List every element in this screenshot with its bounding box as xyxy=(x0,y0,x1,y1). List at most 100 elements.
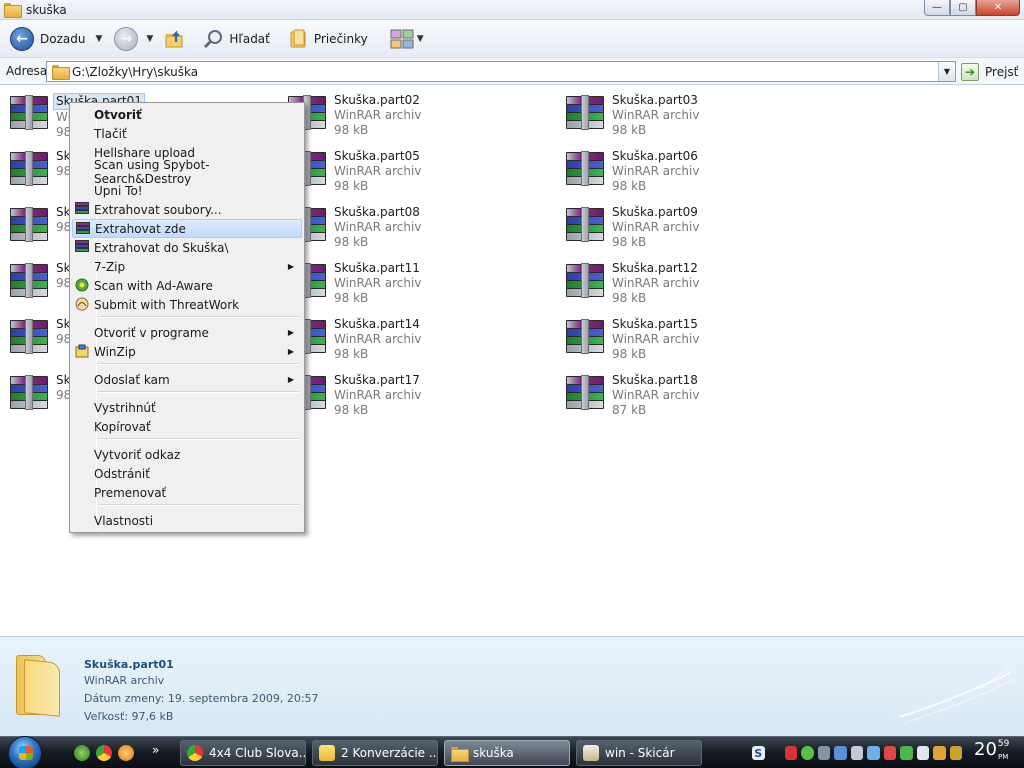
file-name: Skuška.part02 xyxy=(334,93,420,107)
tray-gear-icon[interactable] xyxy=(817,746,831,760)
folder-icon xyxy=(52,65,70,80)
tray-monitor-icon[interactable] xyxy=(867,746,880,760)
tray-flag-icon[interactable] xyxy=(784,746,798,760)
file-item[interactable]: Skuška.part15 WinRAR archiv 98 kB xyxy=(556,314,816,362)
file-item[interactable]: Skuška.part14 WinRAR archiv 98 kB xyxy=(278,314,538,362)
menu-item-threatwork-submit[interactable]: Submit with ThreatWork xyxy=(72,295,302,314)
tray-s-icon[interactable]: S xyxy=(752,746,765,760)
menu-item-print[interactable]: Tlačiť xyxy=(72,124,302,143)
search-label: Hľadať xyxy=(229,31,270,46)
menu-item-label: Extrahovat soubory... xyxy=(94,202,222,217)
menu-item-rename[interactable]: Premenovať xyxy=(72,483,302,502)
firefox-icon[interactable] xyxy=(118,745,134,761)
winrar-archive-icon xyxy=(564,151,606,186)
go-arrow-icon: ➔ xyxy=(961,62,979,81)
menu-item-label: Vystrihnúť xyxy=(94,400,156,415)
address-dropdown-button[interactable]: ▼ xyxy=(938,62,955,81)
back-label: Dozadu xyxy=(40,31,86,46)
menu-item-7zip[interactable]: 7-Zip ▶ xyxy=(72,257,302,276)
menu-item-label: WinZip xyxy=(94,344,136,359)
file-size: 98 kB xyxy=(612,347,647,361)
task-button-chat[interactable]: 2 Konverzácie ... xyxy=(312,740,438,766)
file-item[interactable]: Skuška.part11 WinRAR archiv 98 kB xyxy=(278,258,538,306)
file-name: Skuška.part18 xyxy=(612,373,698,387)
menu-item-delete[interactable]: Odstrániť xyxy=(72,464,302,483)
menu-item-upni-to[interactable]: Upni To! xyxy=(72,181,302,200)
menu-item-send-to[interactable]: Odoslať kam ▶ xyxy=(72,370,302,389)
toolbar: ← Dozadu ▼ → ▼ Hľadať Priečinky ▼ xyxy=(0,20,1024,58)
menu-item-label: Tlačiť xyxy=(94,126,127,141)
file-item[interactable]: Skuška.part09 WinRAR archiv 98 kB xyxy=(556,202,816,250)
tray-speaker-icon[interactable] xyxy=(949,746,963,760)
forward-dropdown-icon[interactable]: ▼ xyxy=(146,34,153,44)
back-dropdown-icon[interactable]: ▼ xyxy=(95,34,102,44)
winrar-icon xyxy=(75,240,90,254)
task-button-chrome[interactable]: 4x4 Club Slova... xyxy=(180,740,306,766)
menu-item-spybot-scan[interactable]: Scan using Spybot-Search&Destroy xyxy=(72,158,302,186)
folders-label: Priečinky xyxy=(313,31,368,46)
file-name: Skuška.part14 xyxy=(334,317,420,331)
search-button[interactable]: Hľadať xyxy=(199,24,274,54)
menu-item-copy[interactable]: Kopírovať xyxy=(72,417,302,436)
file-name: Skuška.part12 xyxy=(612,261,698,275)
chrome-icon[interactable] xyxy=(96,745,112,761)
file-name: Skuška.part05 xyxy=(334,149,420,163)
tray-device-icon[interactable] xyxy=(850,746,864,760)
address-input[interactable]: G:\Zložky\Hry\skuška ▼ xyxy=(46,61,956,82)
menu-item-label: Upni To! xyxy=(94,183,143,198)
file-item[interactable]: Skuška.part03 WinRAR archiv 98 kB xyxy=(556,90,816,138)
folders-button[interactable]: Priečinky xyxy=(284,24,372,54)
start-button[interactable] xyxy=(2,736,48,768)
menu-item-open[interactable]: Otvoriť xyxy=(72,105,302,124)
menu-item-label: Otvoriť xyxy=(94,107,142,122)
file-item[interactable]: Skuška.part02 WinRAR archiv 98 kB xyxy=(278,90,538,138)
menu-item-adaware-scan[interactable]: Scan with Ad-Aware xyxy=(72,276,302,295)
file-item[interactable]: Skuška.part12 WinRAR archiv 98 kB xyxy=(556,258,816,306)
menu-item-extract-files[interactable]: Extrahovat soubory... xyxy=(72,200,302,219)
task-label: 4x4 Club Slova... xyxy=(209,746,306,760)
tray-shield-icon[interactable] xyxy=(883,746,897,760)
maximize-button[interactable]: ▢ xyxy=(950,0,976,16)
close-button[interactable]: ✕ xyxy=(976,0,1020,16)
go-button[interactable]: ➔ Prejsť xyxy=(961,61,1018,82)
menu-item-create-shortcut[interactable]: Vytvoriť odkaz xyxy=(72,445,302,464)
tray-refresh-icon[interactable] xyxy=(900,746,913,760)
clock[interactable]: 20 59 PM xyxy=(974,739,1010,761)
minimize-button[interactable]: — xyxy=(924,0,950,16)
window-title: skuška xyxy=(26,2,67,17)
winrar-archive-icon xyxy=(564,263,606,298)
views-button[interactable]: ▼ xyxy=(386,24,428,54)
details-type: WinRAR archiv xyxy=(84,674,165,687)
tray-flower-icon[interactable] xyxy=(801,746,814,760)
menu-separator xyxy=(98,316,300,318)
file-size: 87 kB xyxy=(612,403,647,417)
up-folder-button[interactable] xyxy=(159,24,189,54)
menu-item-label: Vytvoriť odkaz xyxy=(94,447,181,462)
file-item[interactable]: Skuška.part17 WinRAR archiv 98 kB xyxy=(278,370,538,418)
menu-item-winzip[interactable]: WinZip ▶ xyxy=(72,342,302,361)
forward-button[interactable]: → ▼ xyxy=(110,24,157,54)
file-item[interactable]: Skuška.part08 WinRAR archiv 98 kB xyxy=(278,202,538,250)
file-item[interactable]: Skuška.part06 WinRAR archiv 98 kB xyxy=(556,146,816,194)
back-button[interactable]: ← Dozadu ▼ xyxy=(6,24,106,54)
file-type: WinRAR archiv xyxy=(334,164,422,178)
menu-item-cut[interactable]: Vystrihnúť xyxy=(72,398,302,417)
menu-item-open-with[interactable]: Otvoriť v programe ▶ xyxy=(72,323,302,342)
file-item[interactable]: Skuška.part05 WinRAR archiv 98 kB xyxy=(278,146,538,194)
tray-pen-icon[interactable] xyxy=(933,746,946,760)
file-name: Skuška.part06 xyxy=(612,149,698,163)
task-button-paint[interactable]: win - Skicár xyxy=(576,740,702,766)
menu-item-extract-to-folder[interactable]: Extrahovat do Skuška\ xyxy=(72,238,302,257)
winrar-archive-icon xyxy=(564,319,606,354)
tray-window-icon[interactable] xyxy=(916,746,930,760)
menu-item-properties[interactable]: Vlastnosti xyxy=(72,511,302,530)
details-text: Skuška.part01 WinRAR archiv Dátum zmeny:… xyxy=(84,657,319,725)
quicklaunch-app-icon[interactable] xyxy=(74,745,90,761)
quicklaunch-more-button[interactable]: » xyxy=(152,743,159,757)
clock-minute: 59 xyxy=(997,739,1010,749)
task-button-explorer[interactable]: skuška xyxy=(444,740,570,766)
menu-item-extract-here[interactable]: Extrahovat zde xyxy=(72,219,302,238)
file-item[interactable]: Skuška.part18 WinRAR archiv 87 kB xyxy=(556,370,816,418)
file-size: 98 kB xyxy=(334,235,369,249)
tray-network-icon[interactable] xyxy=(834,746,847,760)
